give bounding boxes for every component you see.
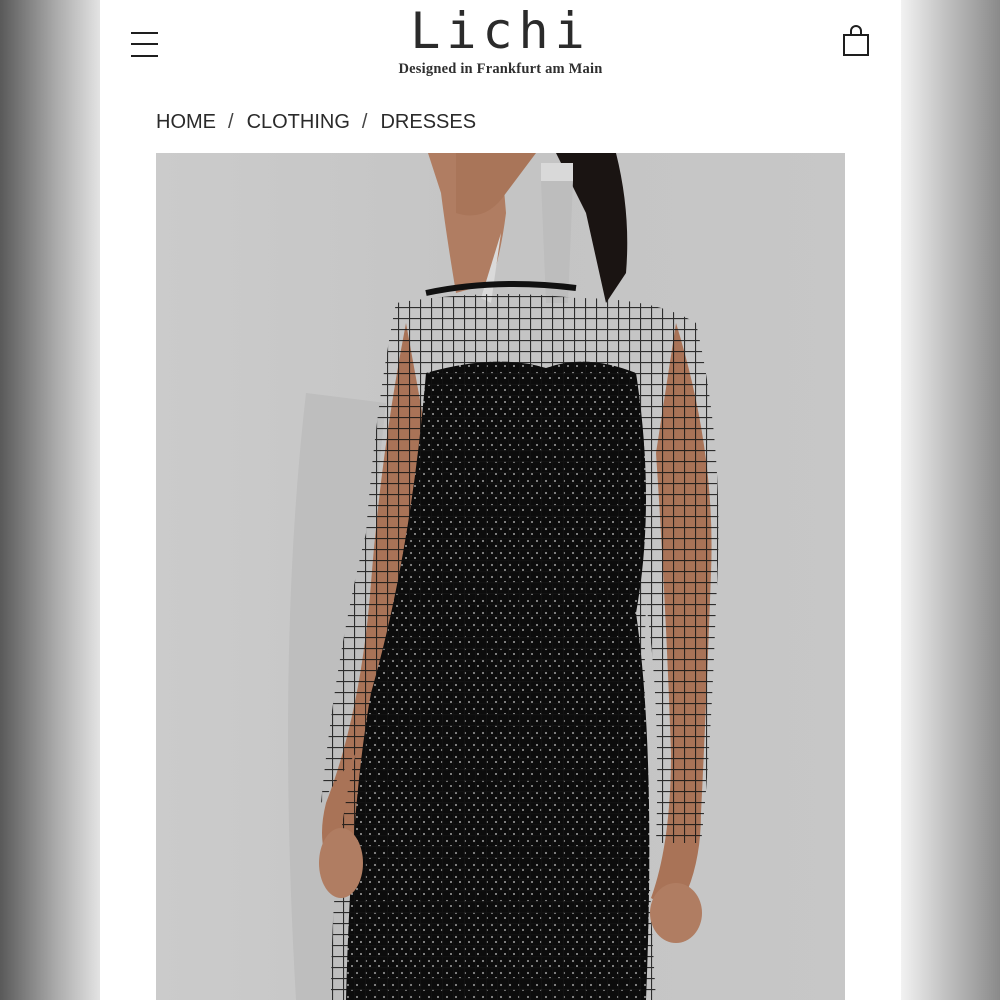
menu-line: [131, 55, 158, 57]
background-blur-right: [901, 0, 1000, 1000]
brand-logo[interactable]: Lichi: [350, 2, 651, 60]
breadcrumb: HOME / CLOTHING / DRESSES: [156, 108, 476, 136]
breadcrumb-separator: /: [361, 110, 368, 133]
breadcrumb-clothing-link[interactable]: CLOTHING: [247, 111, 350, 134]
menu-line: [131, 43, 158, 45]
breadcrumb-dresses-link[interactable]: DRESSES: [380, 111, 476, 134]
mobile-page: Lichi Designed in Frankfurt am Main HOME…: [100, 0, 901, 1000]
product-image[interactable]: [156, 153, 845, 1000]
breadcrumb-separator: /: [228, 110, 234, 133]
product-photo-illustration: [156, 153, 845, 1000]
brand-tagline: Designed in Frankfurt am Main: [398, 61, 603, 77]
shopping-bag-icon[interactable]: [842, 24, 870, 58]
background-blur-left: [0, 0, 100, 1000]
hamburger-menu-icon[interactable]: [130, 30, 160, 60]
breadcrumb-home-link[interactable]: HOME: [156, 111, 216, 134]
menu-line: [131, 32, 158, 34]
